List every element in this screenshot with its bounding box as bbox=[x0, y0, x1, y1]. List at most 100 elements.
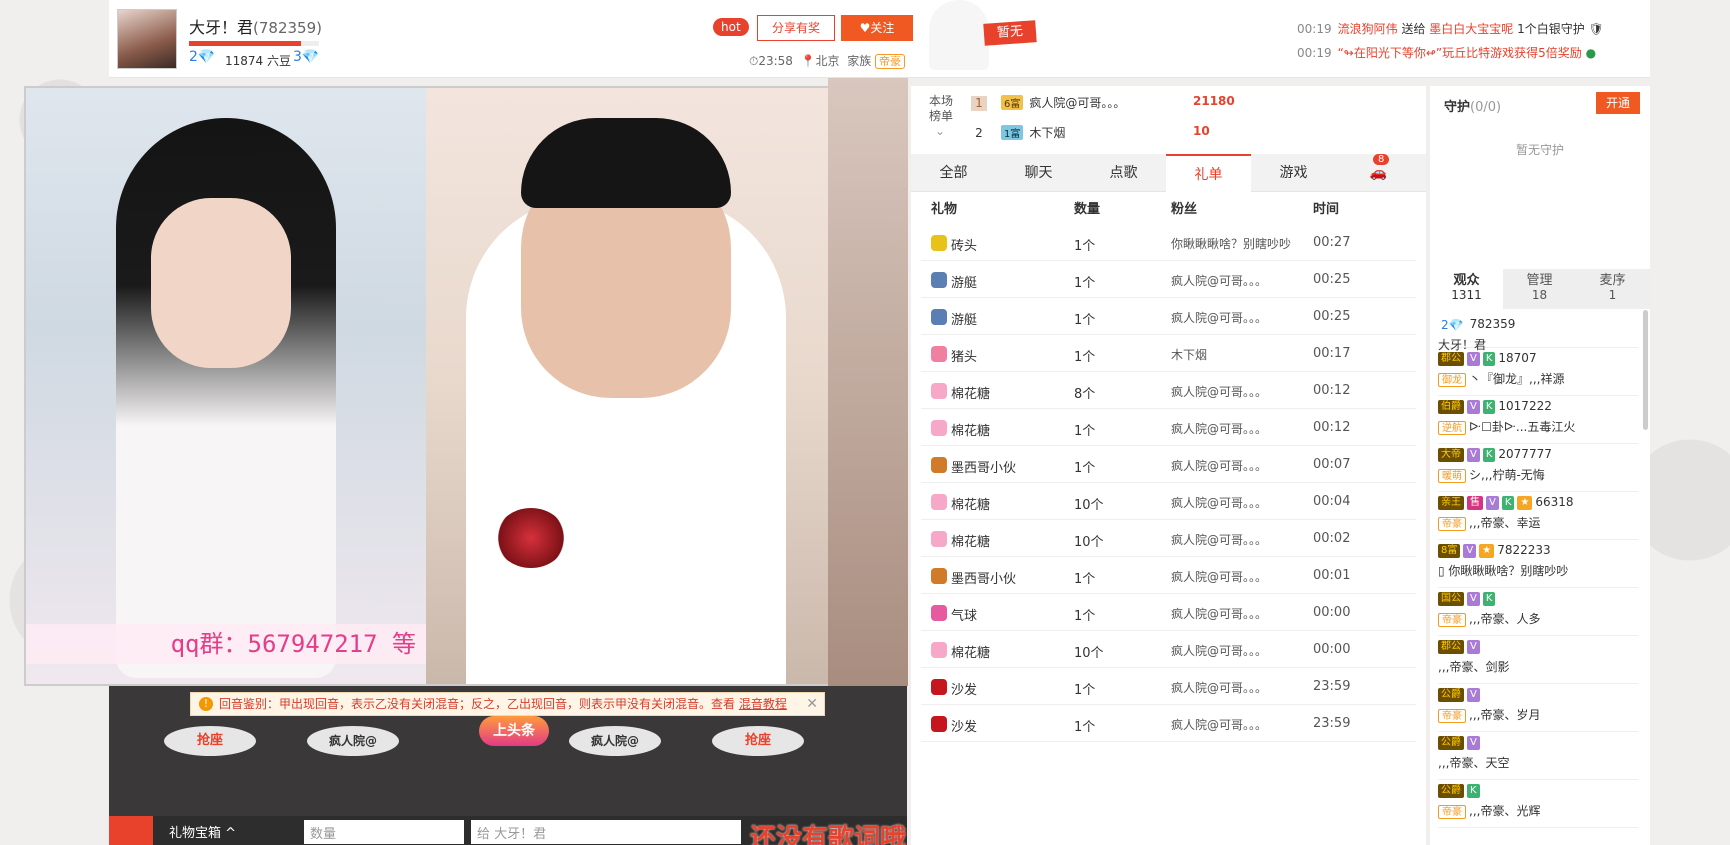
rank-title[interactable]: 本场榜单 bbox=[929, 94, 959, 124]
video-left-feed: qq群：567947217 等 bbox=[26, 88, 426, 684]
gift-fan[interactable]: 疯人院@可哥。。。 bbox=[1171, 457, 1267, 474]
gift-row[interactable]: 棉花糖 1个 疯人院@可哥。。。 00:12 bbox=[921, 409, 1416, 446]
tab-audience[interactable]: 观众 1311 bbox=[1430, 269, 1503, 309]
gift-fan[interactable]: 疯人院@可哥。。。 bbox=[1171, 272, 1267, 289]
tab-admins[interactable]: 管理 18 bbox=[1503, 269, 1576, 309]
gift-fan[interactable]: 疯人院@可哥。。。 bbox=[1171, 679, 1267, 696]
gift-fan[interactable]: 疯人院@可哥。。。 bbox=[1171, 383, 1267, 400]
level-right: 3💎 bbox=[293, 49, 320, 65]
user-name: ▯ 你瞅瞅瞅啥？别瞎吵吵 bbox=[1438, 564, 1569, 578]
gift-row[interactable]: 沙发 1个 疯人院@可哥。。。 23:59 bbox=[921, 668, 1416, 705]
rank-row[interactable]: 2 1富 木下烟 10 bbox=[971, 124, 1210, 141]
news-item[interactable]: 00:19 “↬在阳光下等你↫”玩丘比特游戏获得5倍奖励 ● bbox=[1297, 44, 1596, 61]
audience-item[interactable]: 公爵 V ,,,帝豪、天空 bbox=[1438, 732, 1638, 780]
gift-row[interactable]: 沙发 1个 疯人院@可哥。。。 23:59 bbox=[921, 705, 1416, 742]
gift-fan[interactable]: 你瞅瞅瞅啥？别瞎吵吵 bbox=[1171, 235, 1291, 252]
gift-time: 00:17 bbox=[1313, 346, 1351, 361]
gift-fan[interactable]: 疯人院@可哥。。。 bbox=[1171, 309, 1267, 326]
gift-fan[interactable]: 木下烟 bbox=[1171, 346, 1207, 363]
gift-box-label[interactable]: 礼物宝箱 ^ bbox=[169, 822, 236, 841]
seat-occupied[interactable]: 疯人院@ bbox=[569, 726, 661, 756]
gift-box-icon[interactable] bbox=[109, 816, 153, 845]
grab-seat-button[interactable]: 抢座 bbox=[712, 726, 804, 756]
gift-icon bbox=[931, 716, 947, 732]
user-name: シ,,,柠萌-无悔 bbox=[1469, 468, 1545, 482]
seat-occupied[interactable]: 疯人院@ bbox=[307, 726, 399, 756]
gift-icon bbox=[931, 309, 947, 325]
gift-row[interactable]: 游艇 1个 疯人院@可哥。。。 00:25 bbox=[921, 298, 1416, 335]
car-badge: 8 bbox=[1373, 154, 1390, 165]
user-badge: K bbox=[1501, 495, 1515, 510]
open-guard-button[interactable]: 开通 bbox=[1596, 92, 1640, 114]
gift-row[interactable]: 游艇 1个 疯人院@可哥。。。 00:25 bbox=[921, 261, 1416, 298]
level-progress-bar bbox=[189, 41, 319, 46]
tab-all[interactable]: 全部 bbox=[911, 154, 996, 192]
chevron-down-icon[interactable]: ⌄ bbox=[935, 124, 945, 138]
grab-seat-button[interactable]: 抢座 bbox=[164, 726, 256, 756]
audience-item[interactable]: 伯爵 V K 1017222 逆航 ᐓ☐卦ᐓ...五毒江火 bbox=[1438, 396, 1638, 444]
tab-game[interactable]: 游戏 bbox=[1251, 154, 1336, 192]
gift-row[interactable]: 棉花糖 10个 疯人院@可哥。。。 00:04 bbox=[921, 483, 1416, 520]
gift-qty: 1个 bbox=[1074, 720, 1096, 735]
audience-scrollbar[interactable] bbox=[1643, 310, 1648, 430]
warning-icon: ! bbox=[199, 697, 213, 711]
close-icon[interactable]: ✕ bbox=[806, 693, 818, 715]
gift-name: 猪头 bbox=[951, 350, 978, 365]
follow-button[interactable]: ♥关注 bbox=[841, 15, 913, 41]
anchor-avatar[interactable] bbox=[117, 9, 177, 69]
no-guard-text: 暂无守护 bbox=[1515, 143, 1564, 157]
gift-fan[interactable]: 疯人院@可哥。。。 bbox=[1171, 605, 1267, 622]
user-badge: V bbox=[1467, 399, 1480, 414]
gift-row[interactable]: 棉花糖 10个 疯人院@可哥。。。 00:00 bbox=[921, 631, 1416, 668]
user-name: ,,,帝豪、人多 bbox=[1469, 612, 1541, 626]
gift-row[interactable]: 墨西哥小伙 1个 疯人院@可哥。。。 00:01 bbox=[921, 557, 1416, 594]
tab-chat[interactable]: 聊天 bbox=[996, 154, 1081, 192]
tab-song[interactable]: 点歌 bbox=[1081, 154, 1166, 192]
mix-tutorial-link[interactable]: 混音教程 bbox=[739, 697, 787, 711]
user-badge: K bbox=[1482, 351, 1496, 366]
audience-item[interactable]: 公爵 K 帝豪 ,,,帝豪、光辉 bbox=[1438, 780, 1638, 828]
user-badge: V bbox=[1467, 687, 1480, 702]
audience-item[interactable]: 2💎 782359 大牙！君 bbox=[1438, 314, 1638, 352]
gift-fan[interactable]: 疯人院@可哥。。。 bbox=[1171, 568, 1267, 585]
recipient-select[interactable]: 给 大牙！君 bbox=[471, 820, 741, 844]
gift-row[interactable]: 棉花糖 8个 疯人院@可哥。。。 00:12 bbox=[921, 372, 1416, 409]
gift-row[interactable]: 棉花糖 10个 疯人院@可哥。。。 00:02 bbox=[921, 520, 1416, 557]
tab-gift-list[interactable]: 礼单 bbox=[1166, 154, 1251, 192]
user-name: ,,,帝豪、光辉 bbox=[1469, 804, 1541, 818]
gift-row[interactable]: 气球 1个 疯人院@可哥。。。 00:00 bbox=[921, 594, 1416, 631]
news-item[interactable]: 00:19 流浪狗阿伟 送给 墨白白大宝宝呢 1个白银守护 🛡 bbox=[1297, 20, 1604, 37]
gift-name: 棉花糖 bbox=[951, 535, 991, 550]
video-player[interactable]: qq群：567947217 等 bbox=[24, 86, 830, 686]
family-badge[interactable]: 帝豪 bbox=[875, 54, 906, 69]
gift-fan[interactable]: 疯人院@可哥。。。 bbox=[1171, 531, 1267, 548]
gift-fan[interactable]: 疯人院@可哥。。。 bbox=[1171, 420, 1267, 437]
gift-fan[interactable]: 疯人院@可哥。。。 bbox=[1171, 716, 1267, 733]
gift-panel: 本场榜单 ⌄ 1 6富 疯人院@可哥。。。 21180 2 1富 木下烟 10 全部 聊天 … bbox=[911, 86, 1426, 845]
user-badge: 伯爵 bbox=[1438, 399, 1464, 414]
audience-item[interactable]: 郡公 V K 18707 御龙 丶『御龙』,,,祥源 bbox=[1438, 348, 1638, 396]
gift-name: 墨西哥小伙 bbox=[951, 572, 1017, 587]
share-button[interactable]: 分享有奖 bbox=[757, 15, 835, 41]
tab-mic-queue[interactable]: 麦序 1 bbox=[1576, 269, 1649, 309]
gift-fan[interactable]: 疯人院@可哥。。。 bbox=[1171, 494, 1267, 511]
side-background bbox=[828, 78, 908, 686]
audience-item[interactable]: 亲王售 V K ★ 66318 帝豪 ,,,帝豪、幸运 bbox=[1438, 492, 1638, 540]
user-badge: V bbox=[1467, 351, 1480, 366]
audience-item[interactable]: 郡公 V ,,,帝豪、剑影 bbox=[1438, 636, 1638, 684]
audience-item[interactable]: 8富 V ★ 7822233 ▯ 你瞅瞅瞅啥？别瞎吵吵 bbox=[1438, 540, 1638, 588]
gift-fan[interactable]: 疯人院@可哥。。。 bbox=[1171, 642, 1267, 659]
gift-time: 00:25 bbox=[1313, 309, 1351, 324]
user-name: 丶『御龙』,,,祥源 bbox=[1469, 372, 1565, 386]
gift-row[interactable]: 墨西哥小伙 1个 疯人院@可哥。。。 00:07 bbox=[921, 446, 1416, 483]
user-id: 66318 bbox=[1535, 495, 1574, 509]
user-tag: 御龙 bbox=[1438, 372, 1466, 387]
gift-row[interactable]: 猪头 1个 木下烟 00:17 bbox=[921, 335, 1416, 372]
gift-row[interactable]: 砖头 1个 你瞅瞅瞅啥？别瞎吵吵 00:27 bbox=[921, 224, 1416, 261]
audience-item[interactable]: 公爵 V 帝豪 ,,,帝豪、岁月 bbox=[1438, 684, 1638, 732]
audience-item[interactable]: 国公 V K 帝豪 ,,,帝豪、人多 bbox=[1438, 588, 1638, 636]
rank-row[interactable]: 1 6富 疯人院@可哥。。。 21180 bbox=[971, 94, 1235, 111]
quantity-input[interactable]: 数量 bbox=[304, 820, 464, 844]
headline-button[interactable]: 上头条 bbox=[479, 716, 549, 746]
audience-item[interactable]: 大帝 V K 2077777 暖萌 シ,,,柠萌-无悔 bbox=[1438, 444, 1638, 492]
